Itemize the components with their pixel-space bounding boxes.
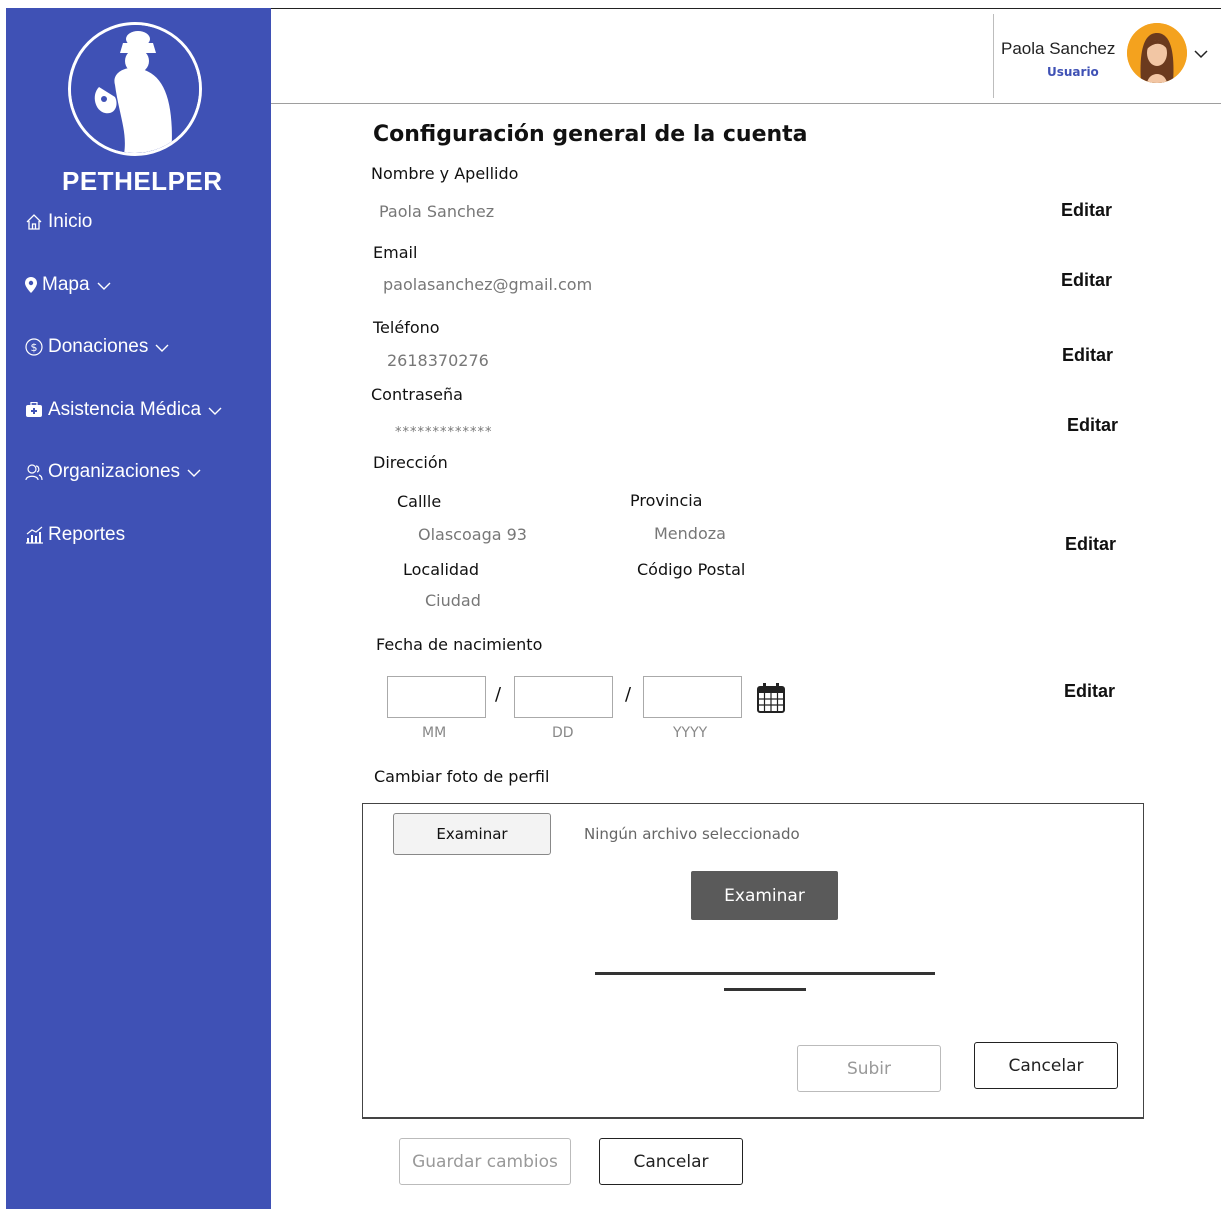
birth-year-input[interactable] xyxy=(643,676,742,718)
edit-email-button[interactable]: Editar xyxy=(1061,270,1112,291)
province-label: Provincia xyxy=(630,491,703,510)
sidebar-item-mapa[interactable]: Mapa xyxy=(24,274,112,296)
birthdate-label: Fecha de nacimiento xyxy=(376,635,543,654)
user-menu-chevron-icon[interactable] xyxy=(1192,45,1210,63)
sidebar: PETHELPER Inicio Mapa $ Donaciones Asist… xyxy=(6,8,271,1209)
province-value: Mendoza xyxy=(654,524,726,543)
password-label: Contraseña xyxy=(371,385,463,404)
locality-value: Ciudad xyxy=(425,591,481,610)
placeholder-line-short xyxy=(724,988,806,991)
chevron-down-icon xyxy=(207,402,223,418)
email-label: Email xyxy=(373,243,418,262)
sidebar-item-inicio[interactable]: Inicio xyxy=(24,211,92,233)
sidebar-item-organizaciones[interactable]: Organizaciones xyxy=(24,461,202,483)
year-placeholder: YYYY xyxy=(673,725,708,741)
chart-icon xyxy=(24,525,44,545)
edit-password-button[interactable]: Editar xyxy=(1067,415,1118,436)
locality-label: Localidad xyxy=(403,560,480,579)
day-placeholder: DD xyxy=(552,725,574,741)
user-role: Usuario xyxy=(1047,65,1099,79)
no-file-text: Ningún archivo seleccionado xyxy=(584,825,800,843)
file-browse-button[interactable]: Examinar xyxy=(393,813,551,855)
people-icon xyxy=(24,462,44,482)
sidebar-item-label: Donaciones xyxy=(48,336,149,357)
page-title: Configuración general de la cuenta xyxy=(373,122,808,147)
edit-birthdate-button[interactable]: Editar xyxy=(1064,681,1115,702)
sidebar-item-label: Inicio xyxy=(48,211,93,232)
logo-text: PETHELPER xyxy=(62,166,223,196)
sidebar-item-donaciones[interactable]: $ Donaciones xyxy=(24,336,170,358)
address-label: Dirección xyxy=(373,453,448,472)
sidebar-item-label: Asistencia Médica xyxy=(48,399,202,420)
sidebar-item-label: Reportes xyxy=(48,524,126,545)
name-label: Nombre y Apellido xyxy=(371,164,519,183)
date-separator: / xyxy=(625,684,632,705)
browse-button[interactable]: Examinar xyxy=(691,871,838,920)
edit-name-button[interactable]: Editar xyxy=(1061,200,1112,221)
edit-phone-button[interactable]: Editar xyxy=(1062,345,1113,366)
name-value: Paola Sanchez xyxy=(379,202,495,221)
calendar-icon[interactable] xyxy=(757,683,785,713)
month-placeholder: MM xyxy=(422,725,447,741)
medical-kit-icon xyxy=(24,400,44,420)
upload-cancel-button[interactable]: Cancelar xyxy=(974,1042,1118,1089)
street-value: Olascoaga 93 xyxy=(418,525,527,544)
placeholder-line xyxy=(595,972,935,975)
svg-text:$: $ xyxy=(31,341,38,354)
header-top-border xyxy=(271,8,1221,9)
sidebar-item-reportes[interactable]: Reportes xyxy=(24,524,125,546)
phone-value: 2618370276 xyxy=(387,351,489,370)
sidebar-item-label: Organizaciones xyxy=(48,461,181,482)
sidebar-item-asistencia-medica[interactable]: Asistencia Médica xyxy=(24,399,223,421)
cancel-button[interactable]: Cancelar xyxy=(599,1138,743,1185)
logo-emblem-icon xyxy=(68,22,202,156)
user-name[interactable]: Paola Sanchez xyxy=(1001,39,1115,59)
dollar-coin-icon: $ xyxy=(24,337,44,357)
postal-code-label: Código Postal xyxy=(637,560,746,579)
birth-day-input[interactable] xyxy=(514,676,613,718)
avatar[interactable] xyxy=(1127,23,1187,83)
user-divider xyxy=(993,14,994,98)
date-separator: / xyxy=(495,684,502,705)
sidebar-item-label: Mapa xyxy=(42,274,90,295)
map-pin-icon xyxy=(24,275,38,295)
password-value: ************* xyxy=(395,425,493,440)
street-label: Callle xyxy=(397,492,442,511)
chevron-down-icon xyxy=(96,277,112,293)
edit-address-button[interactable]: Editar xyxy=(1065,534,1116,555)
save-changes-button[interactable]: Guardar cambios xyxy=(399,1138,571,1185)
home-icon xyxy=(24,212,44,232)
email-value: paolasanchez@gmail.com xyxy=(383,275,593,294)
chevron-down-icon xyxy=(186,464,202,480)
chevron-down-icon xyxy=(154,339,170,355)
birth-month-input[interactable] xyxy=(387,676,486,718)
upload-button[interactable]: Subir xyxy=(797,1045,941,1092)
pethelper-logo[interactable]: PETHELPER xyxy=(62,20,222,196)
phone-label: Teléfono xyxy=(373,318,440,337)
change-photo-label: Cambiar foto de perfil xyxy=(374,767,550,786)
